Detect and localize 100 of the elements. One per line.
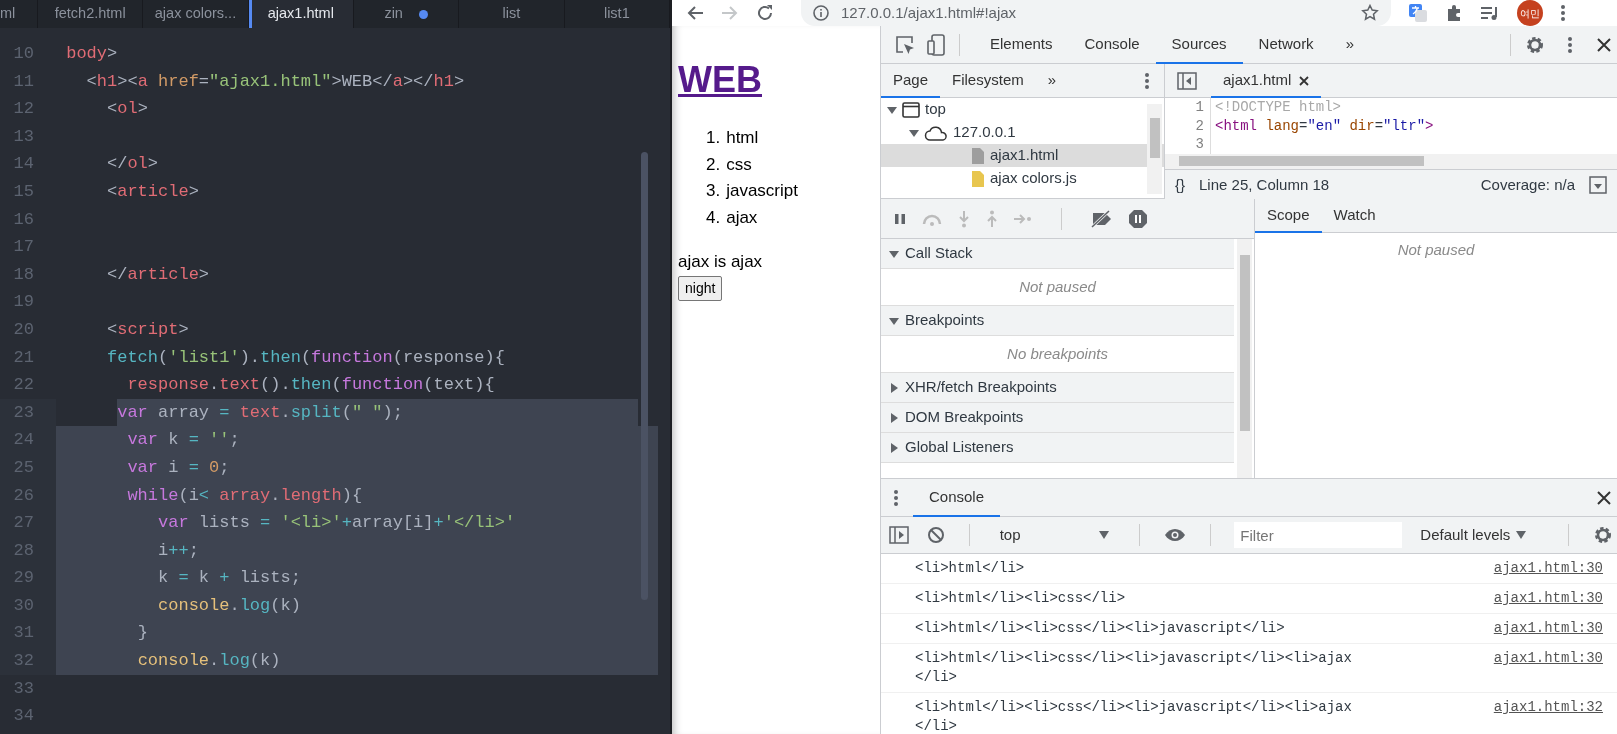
settings-icon[interactable]	[1593, 525, 1613, 545]
sidebar-toggle-icon[interactable]	[1177, 71, 1197, 90]
playlist-icon[interactable]	[1480, 5, 1500, 21]
line-number: 33	[12, 677, 35, 700]
inspect-icon[interactable]	[895, 34, 915, 55]
reload-icon[interactable]	[756, 4, 774, 22]
navigator-tab[interactable]: Filesystem	[940, 63, 1036, 98]
heading-link[interactable]: WEB	[678, 59, 762, 100]
sidebar-toggle-icon[interactable]	[889, 526, 909, 544]
source-link[interactable]: ajax1.html:30	[1493, 559, 1603, 578]
tree-item[interactable]: 127.0.0.1	[881, 121, 1164, 144]
triangle-icon[interactable]	[909, 127, 919, 138]
editor-tab[interactable]: ml	[0, 0, 38, 28]
section-header[interactable]: XHR/fetch Breakpoints	[881, 373, 1234, 403]
eye-icon[interactable]	[1163, 528, 1186, 542]
triangle-icon[interactable]	[889, 382, 899, 393]
line-number: 3	[1165, 135, 1211, 154]
code-line: response.text().then(function(text){	[127, 375, 495, 395]
pause-on-exceptions-icon[interactable]	[1128, 208, 1148, 229]
list-number: 4.	[706, 206, 721, 229]
caret-icon	[1516, 531, 1527, 539]
menu-icon[interactable]	[1560, 4, 1566, 22]
sidebar-tab[interactable]: Watch	[1321, 198, 1388, 233]
list-number: 1.	[706, 127, 721, 150]
console-message: <li>html</li><li>css</li><li>javascript</li><li>ajax</li>	[915, 649, 1352, 687]
file-icon	[971, 146, 985, 165]
tree-item[interactable]: ajax1.html	[881, 144, 1164, 167]
sidebar-tab[interactable]: Scope	[1255, 198, 1322, 233]
section-header[interactable]: Call Stack	[881, 239, 1234, 269]
back-icon[interactable]	[686, 5, 704, 21]
devtools-tab[interactable]: Elements	[974, 25, 1069, 64]
tree-label: ajax colors.js	[990, 168, 1077, 189]
editor-tab[interactable]: zin	[354, 0, 460, 28]
editor-tab[interactable]: fetch2.html	[38, 0, 144, 28]
line-number: 21	[12, 346, 35, 369]
triangle-icon[interactable]	[889, 248, 899, 259]
menu-icon[interactable]	[1144, 71, 1150, 90]
tree-item[interactable]: top	[881, 98, 1164, 121]
editor-tab[interactable]: list1	[564, 0, 670, 28]
scrollbar[interactable]	[1237, 239, 1252, 478]
editor-tab[interactable]: ajax1.html	[248, 0, 354, 28]
source-link[interactable]: ajax1.html:32	[1493, 698, 1603, 734]
code-line: <html lang="en" dir="ltr">	[1214, 116, 1434, 135]
navigator-tab[interactable]: Page	[881, 63, 941, 98]
settings-icon[interactable]	[1525, 34, 1545, 55]
editor-tab[interactable]: list	[459, 0, 565, 28]
deactivate-breakpoints-icon[interactable]	[1090, 209, 1114, 228]
triangle-icon[interactable]	[887, 104, 897, 115]
pause-icon[interactable]	[893, 211, 907, 226]
console-message: <li>html</li><li>css</li><li>javascript</li><li>ajax</li>	[915, 698, 1352, 734]
clear-icon[interactable]	[927, 526, 945, 544]
line-number: 2	[1165, 116, 1211, 135]
star-icon[interactable]	[1361, 4, 1379, 22]
section-header[interactable]: DOM Breakpoints	[881, 403, 1234, 433]
scrollbar[interactable]	[1147, 104, 1162, 194]
profile-avatar[interactable]: 여민	[1517, 0, 1543, 26]
night-button[interactable]: night	[678, 275, 723, 301]
code-line: while(i< array.length){	[127, 485, 363, 505]
devtools-tab[interactable]: Console	[1068, 25, 1156, 64]
levels-dropdown[interactable]: Default levels	[1412, 523, 1535, 547]
editor-tab[interactable]: ajax colors...	[143, 0, 249, 28]
source-link[interactable]: ajax1.html:30	[1493, 589, 1603, 608]
line-number: 14	[12, 153, 35, 176]
section-header[interactable]: Global Listeners	[881, 433, 1234, 463]
code-line: <!DOCTYPE html>	[1214, 98, 1342, 117]
more-tabs-button[interactable]: »	[1329, 25, 1370, 64]
devtools-tab[interactable]: Network	[1242, 25, 1330, 64]
triangle-icon[interactable]	[889, 315, 899, 326]
code-line: var lists = '<li>'+array[i]+'</li>'	[158, 513, 516, 533]
devtools-tab[interactable]: Sources	[1155, 25, 1243, 64]
drawer-tab[interactable]: Console	[913, 478, 1001, 517]
translate-icon[interactable]	[1408, 3, 1428, 23]
list-item: javascript	[726, 180, 798, 203]
puzzle-icon[interactable]	[1445, 4, 1463, 22]
section-header[interactable]: Breakpoints	[881, 306, 1234, 336]
section-title: DOM Breakpoints	[905, 407, 1024, 428]
tree-item[interactable]: ajax colors.js	[881, 167, 1164, 190]
format-button[interactable]: {}	[1175, 173, 1186, 197]
address-bar[interactable]: 127.0.0.1/ajax1.html#!ajax	[801, 0, 1391, 26]
code-line: <h1><a href="ajax1.html">WEB</a></h1>	[86, 71, 465, 91]
context-select[interactable]: top	[993, 523, 1115, 547]
list-number: 3.	[706, 180, 721, 203]
scrollbar[interactable]	[1165, 153, 1617, 169]
drawer-toggle-icon[interactable]	[1589, 176, 1607, 194]
line-number: 15	[12, 180, 35, 203]
coverage-text: Coverage: n/a	[1480, 174, 1575, 195]
more-tabs-button[interactable]: »	[1035, 63, 1069, 98]
close-icon[interactable]	[1299, 75, 1310, 86]
triangle-icon[interactable]	[889, 442, 899, 453]
source-link[interactable]: ajax1.html:30	[1493, 619, 1603, 638]
menu-icon[interactable]	[893, 488, 899, 507]
cursor-position: Line 25, Column 18	[1199, 174, 1330, 195]
source-link[interactable]: ajax1.html:30	[1493, 649, 1603, 687]
menu-icon[interactable]	[1567, 35, 1573, 54]
filter-field[interactable]: Filter	[1234, 522, 1403, 548]
close-icon[interactable]	[1597, 490, 1611, 505]
close-icon[interactable]	[1597, 37, 1611, 52]
device-icon[interactable]	[927, 33, 945, 56]
scrollbar[interactable]	[641, 152, 648, 600]
triangle-icon[interactable]	[889, 412, 899, 423]
